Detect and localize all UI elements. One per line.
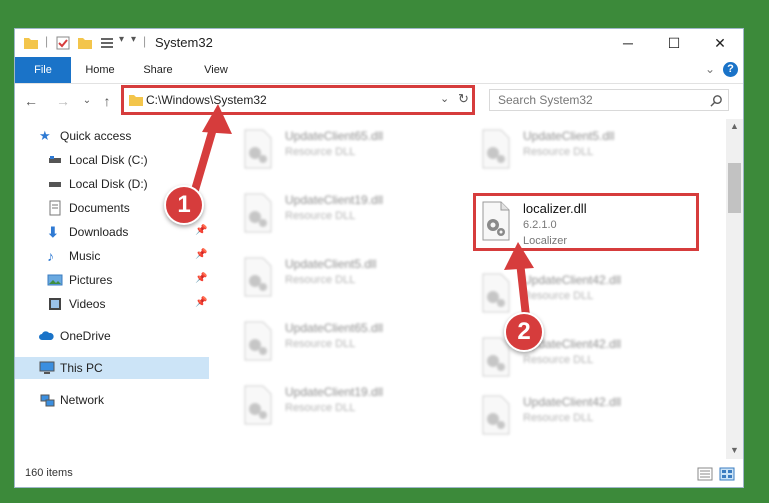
chevron-down-icon[interactable]: ▾ [119,34,124,50]
nav-item-onedrive[interactable]: OneDrive [15,325,209,347]
dll-file-icon [482,273,510,313]
downloads-icon: ⬇ [47,224,59,240]
vertical-scrollbar[interactable]: ▲ ▼ [726,119,743,459]
maximize-button[interactable]: ☐ [651,29,697,57]
file-item[interactable]: UpdateClient42.dll Resource DLL [469,333,699,385]
dropdown-icon[interactable]: ▾ [131,34,136,50]
explorer-window: | ▾ ▾ | System32 ─ ☐ ✕ File Home Share V… [14,28,744,488]
address-dropdown-icon[interactable]: ⌄ [440,92,449,105]
pin-icon[interactable]: 📌 [195,297,207,308]
search-icon[interactable] [710,94,723,107]
music-icon: ♪ [47,248,54,264]
file-item[interactable]: UpdateClient42.dll Resource DLL [469,269,699,321]
drive-icon [47,152,63,168]
computer-icon [39,360,55,376]
pin-icon[interactable]: 📌 [195,249,207,260]
ribbon: File Home Share View ⌄ ? [15,57,743,84]
new-folder-icon[interactable] [77,35,93,51]
file-item[interactable]: UpdateClient19.dll Resource DLL [231,189,461,241]
dll-file-icon [482,129,510,169]
tab-view[interactable]: View [193,57,239,83]
close-button[interactable]: ✕ [697,29,743,57]
drive-icon [47,176,63,192]
dll-file-icon [244,257,272,297]
up-button[interactable]: ↑ [97,91,117,111]
step-1-callout: 1 [164,185,204,225]
pin-icon[interactable]: 📌 [195,273,207,284]
large-icons-view-icon[interactable] [719,467,735,481]
file-item[interactable]: UpdateClient5.dll Resource DLL [231,253,461,305]
chevron-down-icon[interactable]: ⌄ [705,62,715,76]
scrollbar-thumb[interactable] [728,163,741,213]
file-highlight-box [473,193,699,251]
window-title: System32 [155,35,213,50]
step-2-callout: 2 [504,312,544,352]
dll-file-icon [244,193,272,233]
nav-item-this-pc[interactable]: This PC [15,357,209,379]
address-bar[interactable]: C:\Windows\System32 ⌄ ↻ [123,87,473,113]
nav-item-videos[interactable]: Videos 📌 [15,293,209,315]
dll-file-icon [244,385,272,425]
search-input[interactable]: Search System32 [489,89,729,111]
minimize-button[interactable]: ─ [605,29,651,57]
dll-file-icon [482,395,510,435]
nav-item-music[interactable]: ♪ Music 📌 [15,245,209,267]
videos-icon [47,296,63,312]
title-bar: | ▾ ▾ | System32 ─ ☐ ✕ [15,29,743,57]
address-path[interactable]: C:\Windows\System32 [146,93,267,107]
search-placeholder: Search System32 [498,93,593,107]
help-icon[interactable]: ? [723,62,738,77]
separator: | [45,34,49,48]
pin-icon[interactable]: 📌 [195,225,207,236]
recent-locations-button[interactable]: ⌄ [77,91,97,111]
star-icon: ★ [39,128,51,143]
nav-item-quick-access[interactable]: ★ Quick access [15,125,209,147]
file-list: UpdateClient65.dll Resource DLL UpdateCl… [211,119,726,459]
scroll-down-icon[interactable]: ▼ [730,445,739,455]
status-bar: 160 items [15,461,743,487]
separator: | [143,34,147,48]
tab-share[interactable]: Share [135,57,181,83]
documents-icon [47,200,63,216]
file-item[interactable]: UpdateClient65.dll Resource DLL [231,317,461,369]
nav-item-local-disk-c[interactable]: Local Disk (C:) [15,149,209,171]
folder-icon [129,95,143,106]
item-count: 160 items [25,467,73,479]
scroll-up-icon[interactable]: ▲ [730,121,739,131]
nav-item-pictures[interactable]: Pictures 📌 [15,269,209,291]
folder-icon [24,38,38,49]
dll-file-icon [244,321,272,361]
address-row: ← → ⌄ ↑ C:\Windows\System32 ⌄ ↻ Search S… [15,84,743,118]
details-view-icon[interactable] [697,467,713,481]
cloud-icon [39,328,55,344]
file-item[interactable]: UpdateClient42.dll Resource DLL [469,391,699,443]
properties-icon[interactable] [55,35,71,51]
file-item[interactable]: UpdateClient5.dll Resource DLL [469,125,699,177]
dll-file-icon [244,129,272,169]
network-icon [39,392,55,408]
customize-icon[interactable] [99,35,115,51]
forward-button[interactable]: → [53,91,73,111]
back-button[interactable]: ← [21,91,41,111]
nav-item-network[interactable]: Network [15,389,209,411]
tab-file[interactable]: File [15,57,71,83]
refresh-icon[interactable]: ↻ [458,91,469,107]
file-item[interactable]: UpdateClient19.dll Resource DLL [231,381,461,433]
pictures-icon [47,272,63,288]
navigation-pane: ★ Quick access Local Disk (C:) Local Dis… [15,119,209,459]
file-item[interactable]: UpdateClient65.dll Resource DLL [231,125,461,177]
tab-home[interactable]: Home [77,57,123,83]
